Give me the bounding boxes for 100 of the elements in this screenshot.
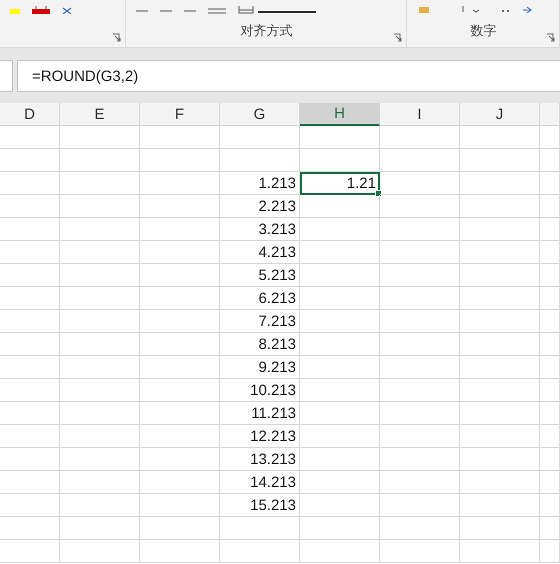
grid-cell[interactable]: [300, 310, 380, 333]
table-cell[interactable]: 15.213: [220, 494, 300, 517]
grid-cell[interactable]: [540, 218, 560, 241]
grid-cell[interactable]: [460, 379, 540, 402]
grid-cell[interactable]: [140, 149, 220, 172]
grid-cell[interactable]: [540, 540, 560, 563]
grid-cell[interactable]: [380, 448, 460, 471]
grid-cell[interactable]: [300, 425, 380, 448]
align-icon[interactable]: [136, 8, 148, 14]
grid-cell[interactable]: [380, 379, 460, 402]
grid-cell[interactable]: [460, 494, 540, 517]
grid-cell[interactable]: [60, 149, 140, 172]
dialog-launcher-icon[interactable]: [546, 33, 555, 42]
grid-cell[interactable]: [0, 241, 60, 264]
column-header[interactable]: [540, 103, 560, 126]
grid-cell[interactable]: [140, 448, 220, 471]
grid-cell[interactable]: [380, 195, 460, 218]
grid-cell[interactable]: [380, 218, 460, 241]
table-cell[interactable]: 8.213: [220, 333, 300, 356]
grid-cell[interactable]: [60, 264, 140, 287]
grid-cell[interactable]: [60, 287, 140, 310]
table-cell[interactable]: 9.213: [220, 356, 300, 379]
grid-cell[interactable]: [140, 218, 220, 241]
grid-cell[interactable]: [60, 172, 140, 195]
grid-cell[interactable]: [220, 540, 300, 563]
grid-cell[interactable]: [140, 471, 220, 494]
grid-cell[interactable]: [300, 356, 380, 379]
table-cell[interactable]: 3.213: [220, 218, 300, 241]
grid-cell[interactable]: [60, 471, 140, 494]
grid-cell[interactable]: [0, 149, 60, 172]
grid-cell[interactable]: [140, 425, 220, 448]
fill-handle[interactable]: [375, 190, 382, 197]
grid-cell[interactable]: [60, 402, 140, 425]
grid-cell[interactable]: [0, 287, 60, 310]
grid-cell[interactable]: [0, 356, 60, 379]
table-cell[interactable]: 7.213: [220, 310, 300, 333]
grid-cell[interactable]: [380, 425, 460, 448]
grid-cell[interactable]: [380, 172, 460, 195]
grid-cell[interactable]: [140, 264, 220, 287]
table-cell[interactable]: 14.213: [220, 471, 300, 494]
grid-cell[interactable]: [540, 241, 560, 264]
grid-cell[interactable]: [460, 241, 540, 264]
grid-cell[interactable]: [460, 172, 540, 195]
grid-cell[interactable]: [140, 494, 220, 517]
grid-cell[interactable]: [60, 218, 140, 241]
column-header[interactable]: I: [380, 103, 460, 126]
table-cell[interactable]: 6.213: [220, 287, 300, 310]
grid-cell[interactable]: [0, 126, 60, 149]
column-header[interactable]: F: [140, 103, 220, 126]
align-icon[interactable]: [160, 8, 172, 14]
grid-cell[interactable]: [460, 448, 540, 471]
grid-cell[interactable]: [540, 448, 560, 471]
grid-cell[interactable]: [60, 356, 140, 379]
table-cell[interactable]: 5.213: [220, 264, 300, 287]
grid-cell[interactable]: [140, 379, 220, 402]
name-box[interactable]: [0, 60, 13, 92]
grid-cell[interactable]: [0, 494, 60, 517]
grid-cell[interactable]: [300, 287, 380, 310]
grid-cell[interactable]: [140, 356, 220, 379]
grid-cell[interactable]: [460, 287, 540, 310]
grid-cell[interactable]: [60, 126, 140, 149]
grid-cell[interactable]: [0, 471, 60, 494]
grid-cell[interactable]: [540, 172, 560, 195]
grid-cell[interactable]: [0, 264, 60, 287]
grid-cell[interactable]: [300, 126, 380, 149]
grid-cell[interactable]: [540, 379, 560, 402]
grid-cell[interactable]: [220, 126, 300, 149]
grid-cell[interactable]: [60, 195, 140, 218]
grid-cell[interactable]: [540, 310, 560, 333]
grid-cell[interactable]: [140, 195, 220, 218]
grid-cell[interactable]: [300, 218, 380, 241]
grid-cell[interactable]: [380, 402, 460, 425]
grid-cell[interactable]: [0, 218, 60, 241]
grid-cell[interactable]: [460, 333, 540, 356]
table-cell[interactable]: 2.213: [220, 195, 300, 218]
align-icon[interactable]: [184, 8, 196, 14]
grid-cell[interactable]: [300, 149, 380, 172]
grid-cell[interactable]: [60, 517, 140, 540]
grid-cell[interactable]: [300, 540, 380, 563]
grid-cell[interactable]: [460, 356, 540, 379]
grid-cell[interactable]: [460, 471, 540, 494]
column-header[interactable]: G: [220, 103, 300, 126]
grid-cell[interactable]: [0, 310, 60, 333]
grid-cell[interactable]: [300, 379, 380, 402]
grid-cell[interactable]: [460, 540, 540, 563]
grid-cell[interactable]: [300, 264, 380, 287]
grid-cell[interactable]: [380, 287, 460, 310]
grid-cell[interactable]: [140, 172, 220, 195]
table-cell[interactable]: 10.213: [220, 379, 300, 402]
grid-cell[interactable]: [0, 333, 60, 356]
grid-cell[interactable]: [140, 310, 220, 333]
grid-cell[interactable]: [380, 264, 460, 287]
grid-cell[interactable]: [460, 425, 540, 448]
grid-cell[interactable]: [60, 241, 140, 264]
indent-icon[interactable]: [208, 6, 226, 14]
grid-cell[interactable]: [140, 517, 220, 540]
grid-cell[interactable]: [60, 379, 140, 402]
grid-cell[interactable]: [300, 402, 380, 425]
grid-cell[interactable]: [540, 494, 560, 517]
column-header[interactable]: E: [60, 103, 140, 126]
